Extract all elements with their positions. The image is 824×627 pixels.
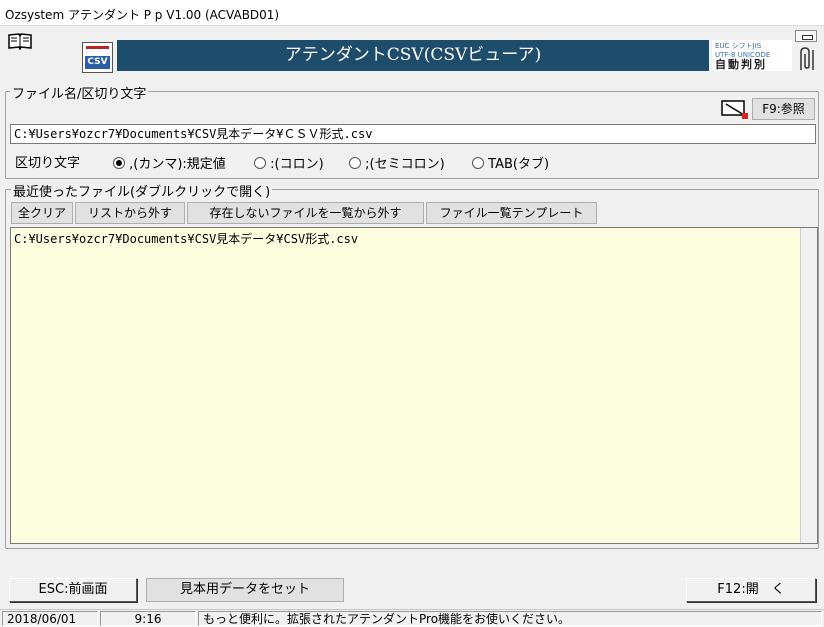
encoding-badge: EUC シフトJIS UTF-8 UNICODE 自動判別 xyxy=(712,40,792,71)
delimiter-label: 区切り文字 xyxy=(15,156,81,171)
status-date: 2018/06/01 xyxy=(2,611,98,626)
recent-files-legend: 最近使ったファイル(ダブルクリックで開く) xyxy=(11,181,273,200)
encoding-line3: 自動判別 xyxy=(715,58,767,71)
minimize-icon[interactable] xyxy=(795,30,817,42)
radio-colon[interactable]: :(コロン) xyxy=(254,153,324,172)
file-list-template-button[interactable]: ファイル一覧テンプレート xyxy=(426,202,597,224)
banner-title: アテンダントCSV(CSVビューア) xyxy=(117,40,709,71)
radio-semicolon[interactable]: ;(セミコロン) xyxy=(349,153,445,172)
radio-colon-indicator[interactable] xyxy=(254,157,266,169)
paperclip-icon[interactable] xyxy=(795,46,819,72)
csv-app-icon: CSV xyxy=(82,42,113,73)
radio-comma[interactable]: ,(カンマ):規定値 xyxy=(113,153,226,172)
radio-semicolon-indicator[interactable] xyxy=(349,157,361,169)
list-item[interactable]: C:¥Users¥ozcr7¥Documents¥CSV見本データ¥CSV形式.… xyxy=(11,228,817,249)
window-title: Ozsystem アテンダント P p V1.00 (ACVABD01) xyxy=(5,8,280,22)
radio-semicolon-label: ;(セミコロン) xyxy=(365,157,445,172)
browse-icon[interactable] xyxy=(720,97,752,121)
title-bar: Ozsystem アテンダント P p V1.00 (ACVABD01) xyxy=(0,0,824,26)
radio-tab[interactable]: TAB(タブ) xyxy=(472,153,549,172)
file-path-input[interactable]: C:¥Users¥ozcr7¥Documents¥CSV見本データ¥ＣＳＶ形式.… xyxy=(10,124,816,144)
radio-colon-label: :(コロン) xyxy=(270,157,324,172)
file-section-legend: ファイル名/区切り文字 xyxy=(10,83,149,102)
recent-files-list[interactable]: C:¥Users¥ozcr7¥Documents¥CSV見本データ¥CSV形式.… xyxy=(10,227,818,544)
status-bar: 2018/06/01 9:16 もっと便利に。拡張されたアテンダントPro機能を… xyxy=(0,609,824,627)
radio-tab-indicator[interactable] xyxy=(472,157,484,169)
open-button[interactable]: F12:開 く xyxy=(686,578,816,602)
book-icon[interactable] xyxy=(8,32,32,50)
status-message: もっと便利に。拡張されたアテンダントPro機能をお使いください。 xyxy=(198,611,822,626)
clear-all-button[interactable]: 全クリア xyxy=(11,202,73,224)
remove-from-list-button[interactable]: リストから外す xyxy=(75,202,185,224)
remove-missing-files-button[interactable]: 存在しないファイルを一覧から外す xyxy=(187,202,424,224)
radio-tab-label: TAB(タブ) xyxy=(488,157,550,172)
radio-comma-indicator[interactable] xyxy=(113,157,125,169)
list-scrollbar[interactable] xyxy=(800,228,817,543)
set-sample-data-button[interactable]: 見本用データをセット xyxy=(146,578,344,602)
encoding-line1: EUC シフトJIS xyxy=(715,42,762,50)
back-button[interactable]: ESC:前画面 xyxy=(9,578,137,602)
browse-button[interactable]: F9:参照 xyxy=(752,98,815,120)
radio-comma-label: ,(カンマ):規定値 xyxy=(129,157,226,172)
status-time: 9:16 xyxy=(100,611,196,626)
csv-icon-label: CSV xyxy=(85,56,110,69)
